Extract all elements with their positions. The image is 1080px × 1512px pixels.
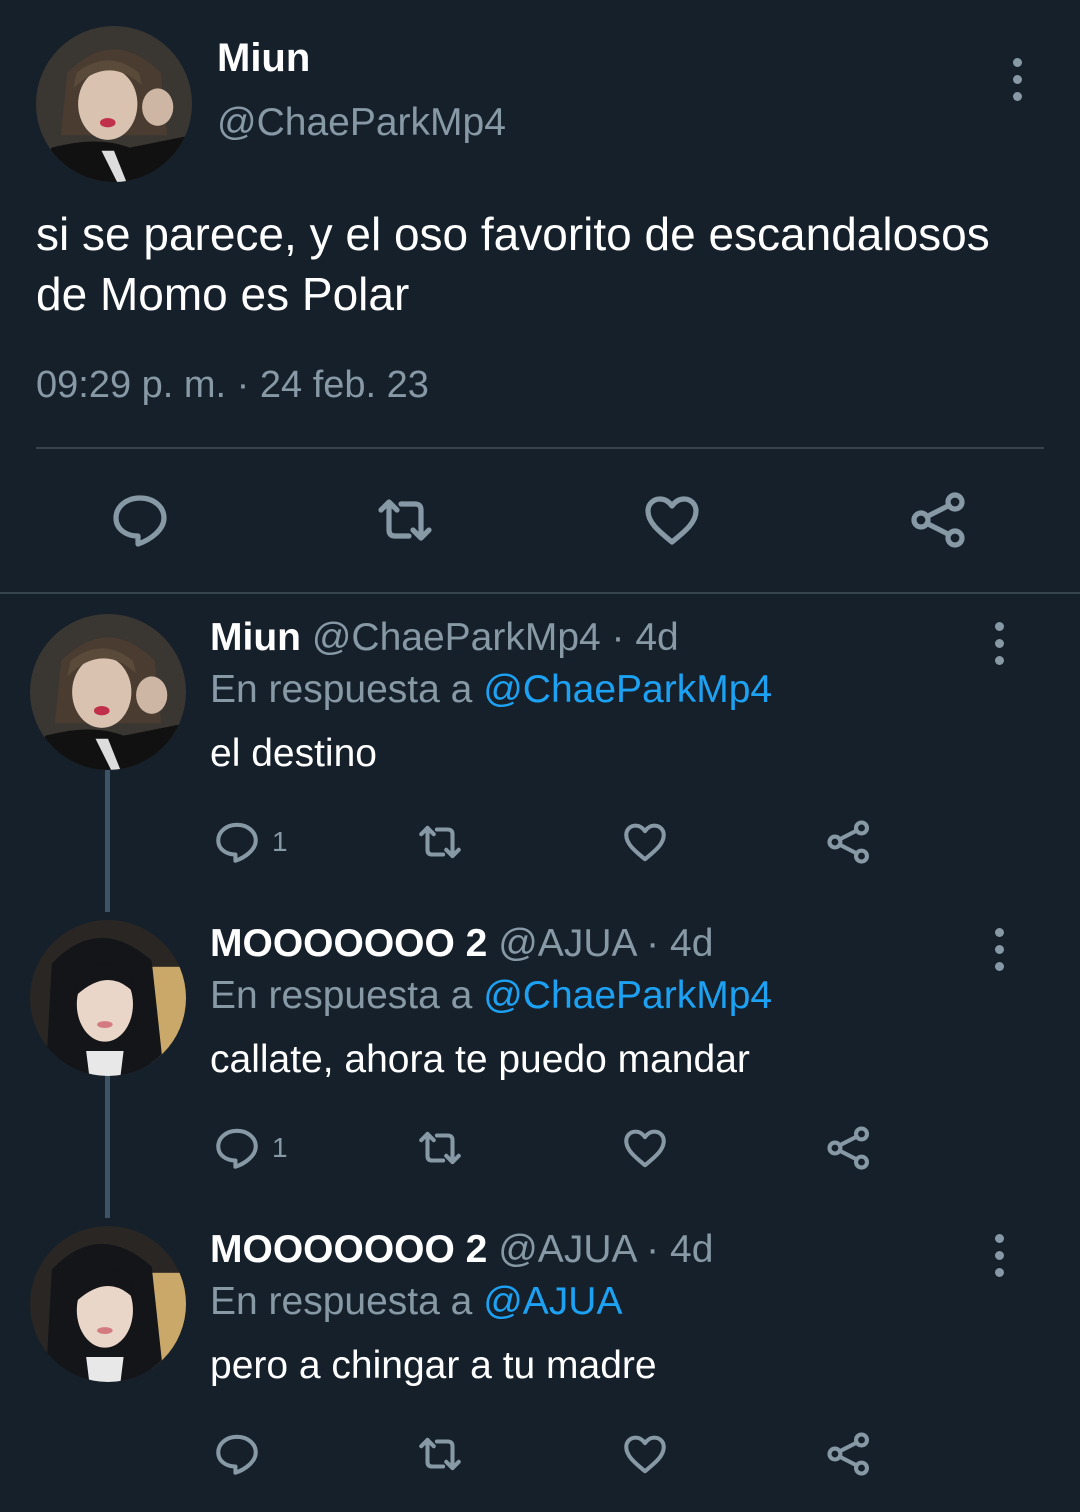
like-icon[interactable] [620, 816, 670, 868]
retweet-icon[interactable] [415, 1428, 465, 1480]
reply-text: pero a chingar a tu madre [210, 1344, 657, 1387]
reply-button[interactable]: 1 [212, 1122, 288, 1174]
share-icon[interactable] [824, 1428, 874, 1480]
share-icon[interactable] [907, 488, 971, 552]
reply-text: el destino [210, 732, 377, 775]
reply-icon[interactable] [108, 488, 172, 552]
in-reply-label: En respuesta a [210, 974, 473, 1017]
in-reply-to: En respuesta a @ChaeParkMp4 [210, 974, 772, 1018]
reply-tweet[interactable]: MOOOOOOO 2 @AJUA · 4d En respuesta a @Ch… [0, 900, 1080, 1206]
author-handle[interactable]: @ChaeParkMp4 [217, 101, 506, 145]
mention-link[interactable]: @AJUA [483, 1280, 622, 1323]
reply-button[interactable]: 1 [212, 816, 288, 868]
like-icon[interactable] [620, 1428, 670, 1480]
mention-link[interactable]: @ChaeParkMp4 [483, 668, 772, 711]
reply-header: MOOOOOOO 2 @AJUA · 4d [210, 922, 713, 966]
reply-tweet[interactable]: MOOOOOOO 2 @AJUA · 4d En respuesta a @AJ… [0, 1206, 1080, 1512]
reply-icon [216, 822, 258, 863]
author-name[interactable]: Miun [210, 616, 301, 659]
share-icon[interactable] [824, 816, 874, 868]
author-name[interactable]: MOOOOOOO 2 [210, 1228, 487, 1271]
author-name[interactable]: MOOOOOOO 2 [210, 922, 487, 965]
in-reply-to: En respuesta a @ChaeParkMp4 [210, 668, 772, 712]
more-options-icon[interactable] [993, 928, 1005, 971]
author-meta[interactable]: @ChaeParkMp4 · 4d [312, 616, 679, 659]
retweet-icon[interactable] [415, 1122, 465, 1174]
reply-header: MOOOOOOO 2 @AJUA · 4d [210, 1228, 713, 1272]
main-tweet: Miun @ChaeParkMp4 si se parece, y el oso… [0, 0, 1080, 592]
avatar[interactable] [36, 26, 192, 182]
more-options-icon[interactable] [993, 1234, 1005, 1277]
tweet-timestamp[interactable]: 09:29 p. m. · 24 feb. 23 [36, 364, 429, 407]
reply-icon [216, 1128, 258, 1169]
avatar[interactable] [30, 920, 186, 1076]
divider [36, 447, 1044, 449]
reply-count: 1 [272, 1132, 288, 1163]
author-name[interactable]: Miun [217, 36, 310, 81]
reply-header: Miun @ChaeParkMp4 · 4d [210, 616, 679, 660]
avatar[interactable] [30, 1226, 186, 1382]
author-meta[interactable]: @AJUA · 4d [498, 922, 713, 965]
in-reply-label: En respuesta a [210, 1280, 473, 1323]
avatar[interactable] [30, 614, 186, 770]
tweet-text: si se parece, y el oso favorito de escan… [36, 208, 990, 320]
reply-button[interactable] [212, 1428, 272, 1480]
like-icon[interactable] [640, 488, 704, 552]
reply-count: 1 [272, 826, 288, 857]
like-icon[interactable] [620, 1122, 670, 1174]
author-meta[interactable]: @AJUA · 4d [498, 1228, 713, 1271]
retweet-icon[interactable] [415, 816, 465, 868]
reply-tweet[interactable]: Miun @ChaeParkMp4 · 4d En respuesta a @C… [0, 594, 1080, 900]
more-options-icon[interactable] [993, 622, 1005, 665]
reply-text: callate, ahora te puedo mandar [210, 1038, 750, 1081]
share-icon[interactable] [824, 1122, 874, 1174]
in-reply-to: En respuesta a @AJUA [210, 1280, 622, 1324]
reply-icon [216, 1434, 258, 1475]
mention-link[interactable]: @ChaeParkMp4 [483, 974, 772, 1017]
in-reply-label: En respuesta a [210, 668, 473, 711]
retweet-icon[interactable] [373, 488, 437, 552]
more-options-icon[interactable] [1011, 58, 1023, 101]
